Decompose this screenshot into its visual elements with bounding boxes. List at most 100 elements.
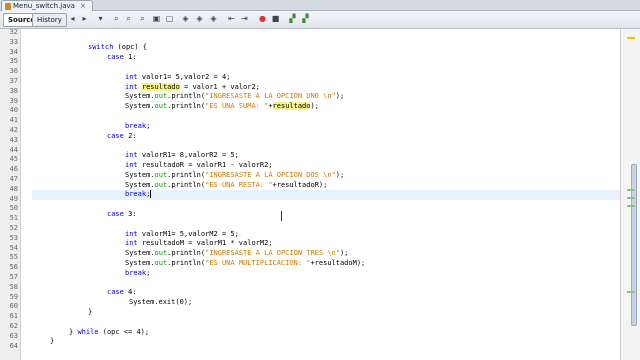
code-line: case 1: bbox=[107, 53, 137, 63]
code-line: int resultado = valor1 + valor2; bbox=[125, 82, 260, 93]
code-token: break bbox=[125, 268, 147, 277]
code-token: switch bbox=[88, 43, 114, 52]
code-token: } bbox=[88, 308, 93, 316]
line-number: 46 bbox=[9, 165, 18, 174]
code-token: case bbox=[107, 288, 124, 297]
code-token: out bbox=[154, 92, 168, 101]
shift-right-icon[interactable]: ⇥ bbox=[240, 14, 249, 24]
code-line: System.out.println("ES UNA RESTA: "+resu… bbox=[125, 181, 327, 191]
line-number: 36 bbox=[9, 67, 18, 76]
code-line: case 3: bbox=[107, 210, 137, 220]
code-token: "ES UNA SUMA: " bbox=[205, 102, 269, 111]
file-tab[interactable]: Menu_switch.java × bbox=[1, 0, 93, 11]
line-number: 53 bbox=[9, 233, 18, 242]
code-token: case bbox=[107, 131, 124, 140]
error-stripe-mark[interactable] bbox=[627, 291, 635, 293]
stop-macro-icon[interactable]: ■ bbox=[271, 14, 280, 24]
code-token: System. bbox=[125, 92, 155, 101]
history-button[interactable]: History bbox=[32, 13, 67, 27]
code-token: while bbox=[77, 327, 99, 336]
code-token: resultado bbox=[141, 82, 180, 91]
line-number: 41 bbox=[9, 116, 18, 125]
code-token: 1: bbox=[123, 53, 137, 62]
find-selection-icon[interactable]: ⌕ bbox=[138, 14, 147, 24]
code-editor[interactable]: switch (opc) { case 1: int valor1= 5,val… bbox=[22, 29, 620, 360]
code-token: +resultadoM); bbox=[310, 259, 366, 267]
code-line: System.exit(0); bbox=[129, 298, 192, 308]
line-number: 62 bbox=[9, 322, 18, 330]
code-token: break bbox=[125, 121, 147, 130]
code-token: ; bbox=[146, 121, 151, 130]
code-token: case bbox=[107, 53, 124, 62]
code-line: System.out.println("INGRESASTE A LA OPCI… bbox=[125, 92, 344, 102]
code-token: "INGRESASTE A LA OPCION DOS \n" bbox=[205, 170, 336, 179]
code-token: + bbox=[268, 102, 273, 111]
line-number: 61 bbox=[9, 312, 18, 321]
code-line: int valorM1= 5,valorM2 = 5; bbox=[125, 230, 239, 240]
file-tab-title: Menu_switch.java bbox=[13, 2, 75, 10]
line-number: 52 bbox=[9, 224, 18, 232]
line-number: 47 bbox=[9, 175, 18, 183]
line-number: 48 bbox=[9, 184, 18, 193]
find-next-icon[interactable]: ⌕ bbox=[124, 14, 133, 24]
code-line: } bbox=[50, 337, 54, 347]
vertical-scrollbar[interactable] bbox=[620, 29, 640, 360]
code-token: .println( bbox=[167, 170, 206, 179]
code-line: System.out.println("INGRESASTE A LA OPCI… bbox=[125, 249, 348, 259]
editor-toolbar: Source History ◂ ▸ ▾ ⌕ ⌕ ⌕ ▣ ▢ ◈ ◈ ◈ ⇤ ⇥… bbox=[0, 11, 640, 29]
code-token: (opc <= 4); bbox=[98, 327, 150, 336]
shift-left-icon[interactable]: ⇤ bbox=[227, 14, 236, 24]
line-number: 54 bbox=[9, 243, 18, 252]
close-tab-icon[interactable]: × bbox=[80, 1, 86, 11]
code-token: System. bbox=[125, 180, 155, 189]
error-stripe-mark[interactable] bbox=[627, 197, 635, 199]
code-line: switch (opc) { bbox=[88, 43, 147, 53]
uncomment-icon[interactable]: ▞ bbox=[301, 14, 310, 24]
code-token: out bbox=[154, 102, 168, 111]
error-stripe-mark[interactable] bbox=[627, 189, 635, 191]
code-token: .println( bbox=[167, 92, 206, 101]
line-number: 51 bbox=[9, 214, 18, 223]
back-icon[interactable]: ◂ bbox=[68, 14, 77, 24]
code-token: +resultadoR); bbox=[272, 180, 328, 189]
line-number: 55 bbox=[9, 253, 18, 262]
toggle-bookmark-icon[interactable]: ◈ bbox=[209, 14, 218, 24]
code-token: System. bbox=[125, 170, 155, 179]
code-token: .println( bbox=[167, 180, 206, 189]
code-token: break bbox=[125, 190, 147, 199]
line-number: 64 bbox=[9, 341, 18, 350]
code-token: valorR1= 8,valorR2 = 5; bbox=[137, 151, 239, 160]
line-number: 38 bbox=[9, 86, 18, 95]
code-line: } bbox=[88, 308, 92, 318]
code-line: case 4: bbox=[107, 288, 137, 298]
code-token: valorM1= 5,valorM2 = 5; bbox=[137, 229, 239, 238]
toggle-rect-selection-icon[interactable]: ▢ bbox=[165, 14, 174, 24]
code-line: case 2: bbox=[107, 132, 137, 142]
code-line: int valorR1= 8,valorR2 = 5; bbox=[125, 151, 239, 161]
code-line: break; bbox=[125, 269, 150, 279]
comment-icon[interactable]: ▞ bbox=[288, 14, 297, 24]
error-stripe-mark[interactable] bbox=[627, 205, 635, 207]
start-macro-icon[interactable]: ● bbox=[258, 14, 267, 24]
line-number: 42 bbox=[9, 126, 18, 134]
last-edit-icon[interactable]: ▾ bbox=[96, 14, 105, 24]
code-token: System. bbox=[125, 259, 155, 267]
toggle-highlight-icon[interactable]: ▣ bbox=[152, 14, 161, 24]
code-line: System.out.println("ES UNA MULTIPLICACIO… bbox=[125, 259, 365, 269]
line-number: 49 bbox=[9, 194, 18, 203]
code-token: 3: bbox=[123, 210, 137, 218]
line-number: 39 bbox=[9, 96, 18, 105]
line-number: 44 bbox=[9, 145, 18, 154]
code-token: System.exit(0); bbox=[129, 298, 193, 307]
error-stripe-mark[interactable] bbox=[627, 37, 635, 39]
text-caret bbox=[150, 190, 152, 199]
code-token: ); bbox=[335, 170, 345, 179]
find-previous-icon[interactable]: ⌕ bbox=[112, 14, 121, 24]
previous-bookmark-icon[interactable]: ◈ bbox=[181, 14, 190, 24]
forward-icon[interactable]: ▸ bbox=[80, 14, 89, 24]
next-bookmark-icon[interactable]: ◈ bbox=[195, 14, 204, 24]
code-token: (opc) { bbox=[113, 43, 148, 52]
code-token: = valor1 + valor2; bbox=[179, 82, 260, 91]
java-file-icon bbox=[5, 2, 11, 10]
current-code-line: break; bbox=[32, 190, 620, 201]
